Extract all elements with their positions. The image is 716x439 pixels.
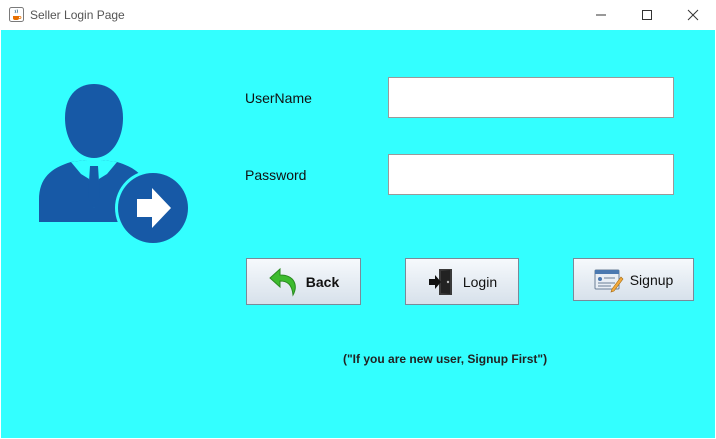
login-button-label: Login: [462, 273, 498, 290]
close-button[interactable]: [670, 0, 716, 30]
signup-button[interactable]: Signup: [573, 258, 694, 301]
maximize-icon: [642, 10, 652, 20]
window-title: Seller Login Page: [30, 8, 125, 22]
signup-form-icon: [594, 269, 624, 292]
back-arrow-icon: [269, 267, 296, 297]
username-label: UserName: [245, 90, 312, 106]
login-button[interactable]: Login: [405, 258, 519, 305]
title-bar: Seller Login Page: [0, 0, 716, 30]
login-panel: UserName Password Back Login Signup ("If…: [1, 30, 715, 438]
password-label: Password: [245, 167, 307, 183]
password-input[interactable]: [388, 154, 674, 195]
username-input[interactable]: [388, 77, 674, 118]
java-coffee-icon: [9, 7, 24, 22]
user-login-icon: [39, 84, 189, 244]
back-button-label: Back: [305, 273, 340, 290]
minimize-icon: [596, 14, 606, 16]
back-button[interactable]: Back: [246, 258, 361, 305]
minimize-button[interactable]: [578, 0, 624, 30]
maximize-button[interactable]: [624, 0, 670, 30]
close-icon: [687, 9, 699, 21]
app-window: Seller Login Page UserName Password Back…: [0, 0, 716, 439]
door-enter-icon: [428, 268, 452, 295]
signup-hint-text: ("If you are new user, Signup First"): [343, 352, 548, 366]
signup-button-label: Signup: [629, 271, 674, 288]
